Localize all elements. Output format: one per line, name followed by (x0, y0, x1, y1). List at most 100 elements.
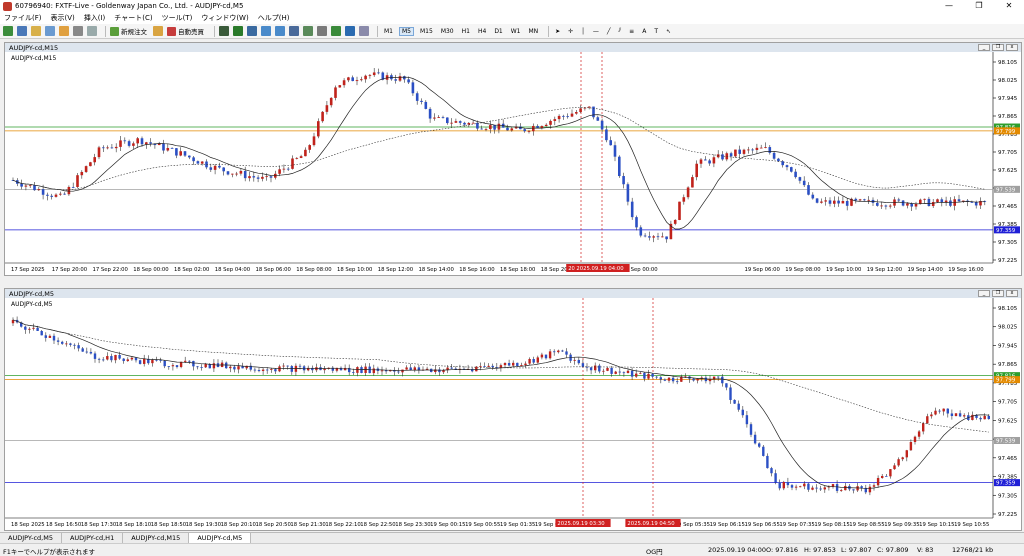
arrows-icon[interactable]: ➴ (664, 28, 673, 35)
menu-file[interactable]: ファイル(F) (4, 13, 42, 23)
chart-shift-icon[interactable] (317, 26, 327, 36)
navigator-icon[interactable] (59, 26, 69, 36)
candle-body (692, 378, 695, 381)
candle-body (837, 200, 840, 204)
label-icon[interactable]: T (652, 28, 660, 35)
menu-chart[interactable]: チャート(C) (114, 13, 152, 23)
minimize-icon[interactable]: — (934, 0, 964, 12)
candle-body (424, 101, 428, 109)
text-icon[interactable]: A (640, 28, 648, 35)
channel-icon[interactable]: ⫽ (616, 27, 623, 35)
candle-body (114, 354, 117, 361)
tab-audjpy-m5[interactable]: AUDJPY-cd,M5 (0, 533, 62, 543)
restore-icon[interactable]: ❐ (992, 290, 1004, 297)
candle-body (295, 157, 299, 159)
candle-body (676, 381, 679, 383)
chart-window-m5[interactable]: AUDJPY-cd,M5 _ ❐ x 98.105 98.025 97.945 97.86… (4, 288, 1022, 531)
restore-icon[interactable]: ❐ (964, 0, 994, 12)
crosshair-icon[interactable]: ✛ (566, 28, 575, 35)
candle-body (487, 365, 490, 367)
menu-view[interactable]: 表示(V) (51, 13, 75, 23)
candle-body (480, 128, 483, 130)
close-icon[interactable]: ✕ (994, 0, 1024, 12)
candle-body (136, 138, 139, 144)
tile-windows-icon[interactable] (289, 26, 299, 36)
new-chart-icon[interactable] (3, 26, 13, 36)
candle-body (630, 201, 634, 218)
candle-body (302, 366, 306, 371)
candle-body (40, 330, 43, 336)
tab-audjpy-h1[interactable]: AUDJPY-cd,H1 (62, 533, 124, 543)
bar-chart-icon[interactable] (219, 26, 229, 36)
candle-body (248, 176, 251, 179)
candle-body (317, 121, 320, 137)
timeframe-d1[interactable]: D1 (492, 28, 504, 35)
candle-body (888, 205, 892, 207)
menu-help[interactable]: ヘルプ(H) (258, 13, 290, 23)
menu-tools[interactable]: ツール(T) (162, 13, 193, 23)
price-chart-m5[interactable]: 98.10598.02597.94597.86597.78597.70597.6… (5, 298, 1021, 530)
candle-body (368, 75, 372, 76)
candle-body (602, 370, 605, 372)
time-axis-label: 18 Sep 14:00 (419, 267, 455, 273)
minimize-icon[interactable]: _ (978, 290, 990, 297)
candle-body (954, 413, 958, 417)
timeframe-h1[interactable]: H1 (460, 28, 472, 35)
zoom-in-icon[interactable] (261, 26, 271, 36)
candle-body (93, 353, 97, 359)
chart-symbol-label: AUDJPY-cd,M15 (11, 55, 56, 62)
price-chart-m15[interactable]: 98.10598.02597.94597.86597.78597.70597.6… (5, 52, 1021, 275)
periods-icon[interactable] (345, 26, 355, 36)
candle-body (661, 236, 664, 238)
line-chart-icon[interactable] (247, 26, 257, 36)
chart-window-m15[interactable]: AUDJPY-cd,M15 _ ❐ x 98.105 98.025 97.945 97.8… (4, 42, 1022, 276)
candle-body (510, 128, 514, 131)
candle-body (352, 372, 355, 373)
trendline-icon[interactable]: ╱ (605, 28, 613, 35)
templates-icon[interactable] (359, 26, 369, 36)
candle-body (799, 486, 802, 488)
fibonacci-icon[interactable]: ≡ (627, 28, 636, 35)
close-icon[interactable]: x (1006, 44, 1018, 51)
timeframe-m15[interactable]: M15 (418, 28, 435, 35)
candle-body (380, 370, 384, 372)
auto-trade-button[interactable]: 自動売買 (167, 26, 204, 36)
horizontal-line-icon[interactable]: — (591, 28, 601, 35)
candle-body (67, 186, 71, 195)
profiles-icon[interactable] (17, 26, 27, 36)
restore-icon[interactable]: ❐ (992, 44, 1004, 51)
timeframe-m30[interactable]: M30 (439, 28, 456, 35)
data-window-icon[interactable] (45, 26, 55, 36)
status-open: O: 97.816 (766, 546, 799, 554)
indicators-icon[interactable] (331, 26, 341, 36)
metaeditor-icon[interactable] (153, 26, 163, 36)
terminal-icon[interactable] (73, 26, 83, 36)
timeframe-w1[interactable]: W1 (509, 28, 523, 35)
close-icon[interactable]: x (1006, 290, 1018, 297)
time-marker-label: 2025.09.19 04:00 (576, 266, 624, 272)
auto-scroll-icon[interactable] (303, 26, 313, 36)
candle-body (89, 351, 93, 354)
menu-window[interactable]: ウィンドウ(W) (201, 13, 248, 23)
market-watch-icon[interactable] (31, 26, 41, 36)
timeframe-m1[interactable]: M1 (382, 28, 395, 35)
time-axis-label: 18 Sep 20:50 (256, 522, 292, 528)
candle-body (777, 158, 780, 162)
new-order-button[interactable]: 新規注文 (110, 26, 147, 36)
timeframe-h4[interactable]: H4 (476, 28, 488, 35)
timeframe-mn[interactable]: MN (527, 28, 541, 35)
strategy-tester-icon[interactable] (87, 26, 97, 36)
vertical-line-icon[interactable]: │ (579, 28, 587, 35)
minimize-icon[interactable]: _ (978, 44, 990, 51)
candle-body (507, 363, 511, 366)
candle-body (561, 350, 564, 352)
timeframe-m5[interactable]: M5 (399, 26, 414, 36)
menu-insert[interactable]: 挿入(I) (84, 13, 106, 23)
zoom-out-icon[interactable] (275, 26, 285, 36)
tab-audjpy-m15[interactable]: AUDJPY-cd,M15 (123, 533, 190, 543)
cursor-icon[interactable]: ➤ (553, 28, 562, 35)
tab-audjpy-m5-active[interactable]: AUDJPY-cd,M5 (189, 533, 252, 543)
candlestick-icon[interactable] (233, 26, 243, 36)
candle-body (957, 199, 961, 202)
candle-body (483, 366, 486, 368)
